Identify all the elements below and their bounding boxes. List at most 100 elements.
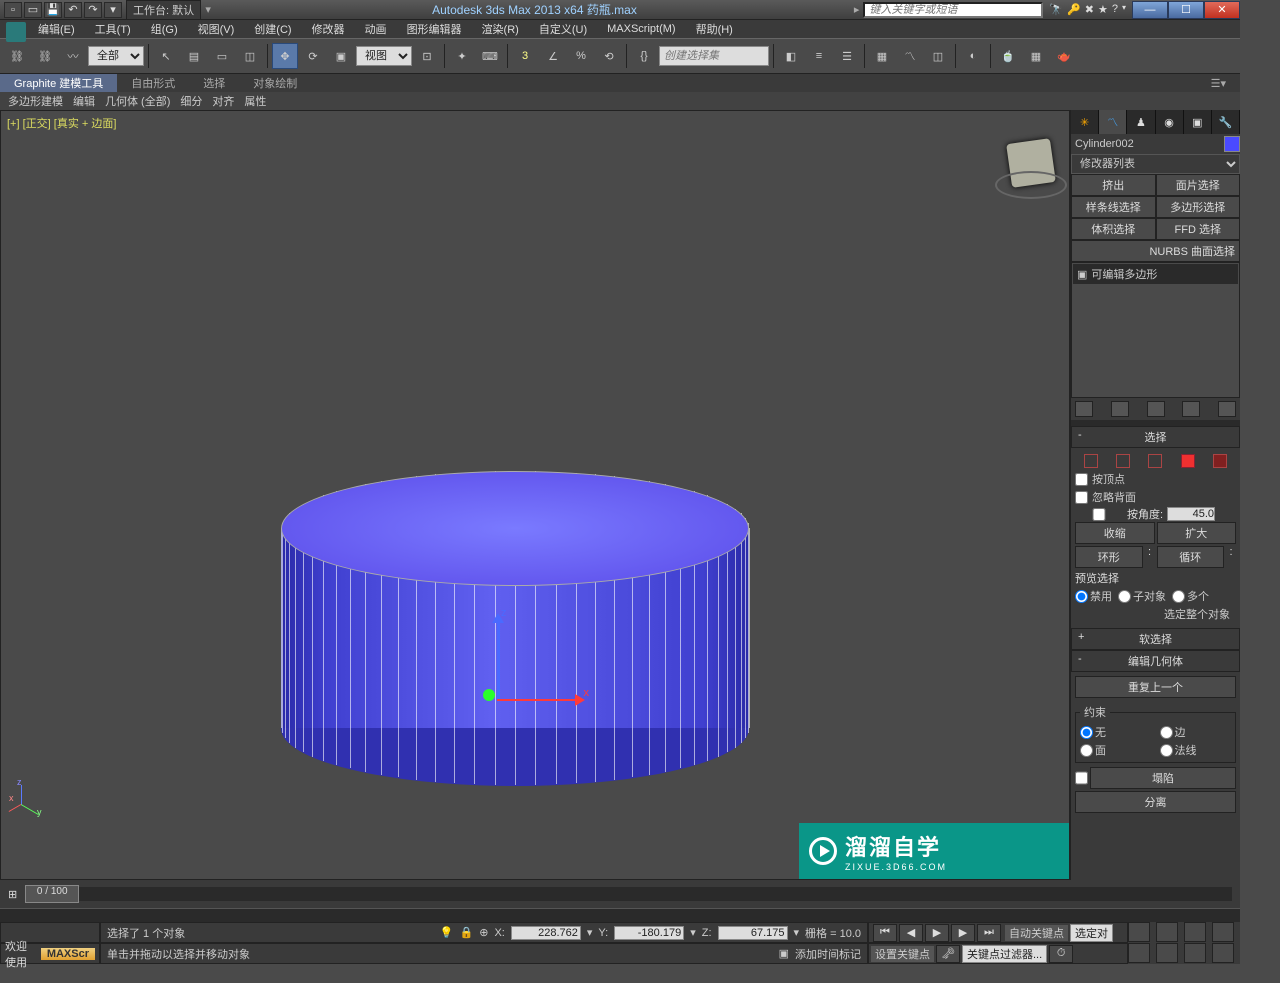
align-icon[interactable]: ≡ [806, 43, 832, 69]
gizmo-y-axis[interactable] [483, 689, 495, 701]
named-selection-input[interactable] [659, 46, 769, 66]
ribbon-tab-graphite[interactable]: Graphite 建模工具 [0, 74, 117, 92]
mirror-icon[interactable]: ◧ [778, 43, 804, 69]
maxscript-button[interactable]: MAXScr [41, 948, 95, 960]
show-end-result-icon[interactable] [1111, 401, 1129, 417]
constraint-edge-radio[interactable] [1160, 726, 1173, 739]
next-frame-icon[interactable]: ▶ [951, 924, 975, 942]
help-search-input[interactable] [863, 2, 1043, 18]
nav-panview-icon[interactable] [1212, 922, 1234, 942]
time-config-icon[interactable]: ⏱ [1049, 945, 1073, 963]
menu-customize[interactable]: 自定义(U) [531, 21, 595, 37]
subrib-edit[interactable]: 编辑 [73, 93, 95, 109]
rollout-edit-geometry[interactable]: -编辑几何体 [1071, 650, 1240, 672]
isolate-icon[interactable]: 🔒 [460, 926, 474, 939]
lock-selection-icon[interactable]: 💡 [440, 926, 454, 939]
cmd-tab-display[interactable]: ▣ [1184, 110, 1212, 134]
menu-grapheditors[interactable]: 图形编辑器 [399, 21, 470, 37]
menu-create[interactable]: 创建(C) [246, 21, 299, 37]
help-icon[interactable]: ? [1112, 3, 1118, 16]
key-mode-icon[interactable]: 🗝 [936, 945, 960, 963]
menu-tools[interactable]: 工具(T) [87, 21, 139, 37]
viewcube-ring[interactable] [995, 171, 1067, 199]
by-angle-check[interactable] [1075, 508, 1123, 521]
viewport[interactable]: [+] [正交] [真实 + 边面] z y x 溜溜自学 ZIXUE.3D66… [0, 110, 1070, 880]
menu-rendering[interactable]: 渲染(R) [474, 21, 527, 37]
ribbon-tab-paint[interactable]: 对象绘制 [239, 74, 311, 92]
constraint-none-radio[interactable] [1080, 726, 1093, 739]
remove-modifier-icon[interactable] [1182, 401, 1200, 417]
goto-end-icon[interactable]: ⏭ [977, 924, 1001, 942]
x-coord-input[interactable] [511, 926, 581, 940]
subobj-element-icon[interactable] [1213, 454, 1227, 468]
ribbon-tab-freeform[interactable]: 自由形式 [117, 74, 189, 92]
cmd-tab-create[interactable]: ✳ [1071, 110, 1099, 134]
constraint-normal-radio[interactable] [1160, 744, 1173, 757]
pivot-center-icon[interactable]: ⊡ [414, 43, 440, 69]
window-crossing-icon[interactable]: ◫ [237, 43, 263, 69]
select-scale-icon[interactable]: ▣ [328, 43, 354, 69]
ignore-backfacing-check[interactable] [1075, 491, 1088, 504]
subrib-polymodel[interactable]: 多边形建模 [8, 93, 63, 109]
z-coord-input[interactable] [718, 926, 788, 940]
pin-stack-icon[interactable] [1075, 401, 1093, 417]
time-slider[interactable]: 0 / 100 [25, 887, 1232, 901]
menu-edit[interactable]: 编辑(E) [30, 21, 83, 37]
menu-modifiers[interactable]: 修改器 [304, 21, 353, 37]
menu-help[interactable]: 帮助(H) [688, 21, 741, 37]
preview-multi-radio[interactable] [1172, 590, 1185, 603]
menu-maxscript[interactable]: MAXScript(M) [599, 23, 683, 35]
nav-zoom-icon[interactable] [1156, 922, 1178, 942]
coord-display-icon[interactable]: ⊕ [479, 926, 488, 939]
close-button[interactable]: ✕ [1204, 1, 1240, 19]
render-production-icon[interactable]: 🫖 [1051, 43, 1077, 69]
preview-subobj-radio[interactable] [1118, 590, 1131, 603]
preset-poly-select[interactable]: 多边形选择 [1156, 196, 1241, 218]
detach-button[interactable]: 分离 [1075, 791, 1236, 813]
timetag-icon[interactable]: ▣ [779, 947, 789, 960]
menu-group[interactable]: 组(G) [143, 21, 186, 37]
y-coord-input[interactable] [614, 926, 684, 940]
subobj-vertex-icon[interactable] [1084, 454, 1098, 468]
prev-frame-icon[interactable]: ◀ [899, 924, 923, 942]
ribbon-collapse-icon[interactable]: ☰▾ [1197, 74, 1240, 92]
expand-icon[interactable]: ▣ [1077, 268, 1087, 281]
signin-icon[interactable]: 🔑 [1067, 3, 1081, 16]
timeline-config-icon[interactable]: ⊞ [8, 888, 17, 901]
subrib-align[interactable]: 对齐 [212, 93, 234, 109]
select-manipulate-icon[interactable]: ✦ [449, 43, 475, 69]
cylinder-object[interactable] [281, 471, 749, 771]
angle-value-input[interactable] [1167, 507, 1215, 521]
grow-button[interactable]: 扩大 [1157, 522, 1237, 544]
nav-zoom-all-icon[interactable] [1128, 943, 1150, 963]
select-move-icon[interactable]: ✥ [272, 43, 298, 69]
object-name-input[interactable] [1071, 138, 1224, 150]
unlink-icon[interactable]: ⛓ [32, 43, 58, 69]
menu-animation[interactable]: 动画 [357, 21, 395, 37]
play-icon[interactable]: ▶ [925, 924, 949, 942]
render-setup-icon[interactable]: 🍵 [995, 43, 1021, 69]
exchange-icon[interactable]: ✖ [1085, 3, 1094, 16]
autokey-button[interactable]: 自动关键点 [1005, 925, 1068, 941]
favorite-icon[interactable]: ★ [1098, 3, 1108, 16]
preset-vol-select[interactable]: 体积选择 [1071, 218, 1156, 240]
trackbar[interactable] [0, 908, 1240, 922]
time-slider-thumb[interactable]: 0 / 100 [25, 885, 79, 903]
qat-save[interactable]: 💾 [44, 2, 62, 18]
qat-new[interactable]: ▫ [4, 2, 22, 18]
cmd-tab-modify[interactable]: 〽 [1099, 110, 1127, 134]
preset-patch-select[interactable]: 面片选择 [1156, 174, 1241, 196]
shrink-button[interactable]: 收缩 [1075, 522, 1155, 544]
preset-ffd-select[interactable]: FFD 选择 [1156, 218, 1241, 240]
viewport-label[interactable]: [+] [正交] [真实 + 边面] [7, 115, 116, 131]
modifier-stack[interactable]: ▣可编辑多边形 [1071, 262, 1240, 398]
workspace-dropdown-icon[interactable]: ▾ [201, 3, 215, 16]
subobj-polygon-icon[interactable] [1181, 454, 1195, 468]
select-by-name-icon[interactable]: ▤ [181, 43, 207, 69]
menu-views[interactable]: 视图(V) [190, 21, 243, 37]
rendered-frame-icon[interactable]: ▦ [1023, 43, 1049, 69]
make-unique-icon[interactable] [1147, 401, 1165, 417]
bind-spacewarp-icon[interactable]: 〰 [60, 43, 86, 69]
selection-set-drop[interactable]: 选定对 [1070, 924, 1113, 942]
loop-button[interactable]: 循环 [1157, 546, 1225, 568]
